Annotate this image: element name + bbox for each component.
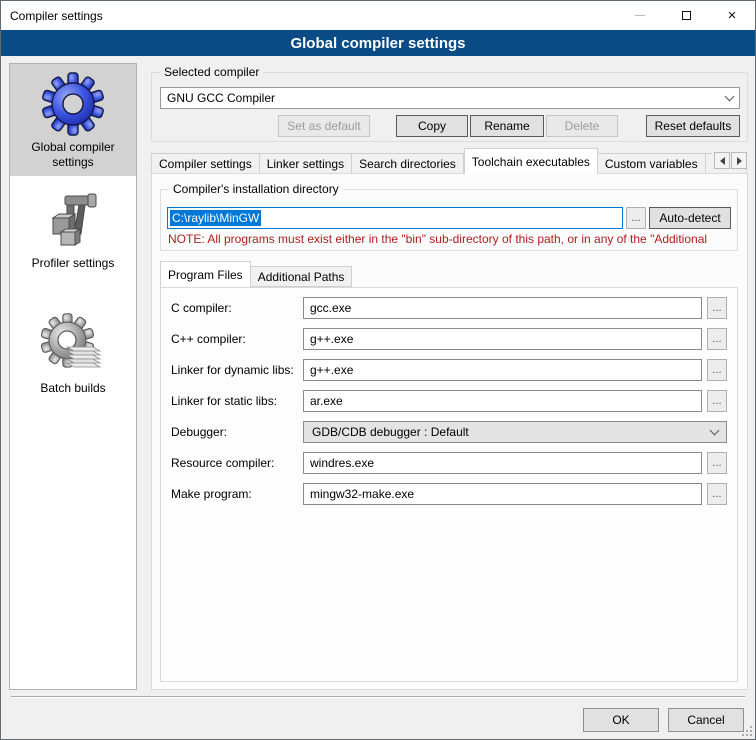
tab-program-files[interactable]: Program Files bbox=[160, 261, 251, 287]
installation-directory-row: C:\raylib\MinGW ... Auto-detect bbox=[167, 207, 731, 229]
resize-grip-icon[interactable] bbox=[750, 734, 752, 736]
chevron-down-icon bbox=[710, 425, 720, 435]
make-program-row: Make program: ... bbox=[171, 483, 727, 505]
triangle-left-icon bbox=[716, 157, 725, 165]
tab-scroll-right-button[interactable] bbox=[731, 152, 747, 169]
installation-directory-input[interactable]: C:\raylib\MinGW bbox=[167, 207, 623, 229]
browse-directory-button[interactable]: ... bbox=[626, 207, 646, 229]
dynamic-linker-input[interactable] bbox=[303, 359, 702, 381]
browse-static-linker-button[interactable]: ... bbox=[707, 390, 727, 412]
tab-search-directories[interactable]: Search directories bbox=[352, 153, 464, 174]
static-linker-input[interactable] bbox=[303, 390, 702, 412]
installation-directory-group: Compiler's installation directory C:\ray… bbox=[160, 189, 738, 251]
cpp-compiler-row: C++ compiler: ... bbox=[171, 328, 727, 350]
program-files-tabcontrol: Program Files Additional Paths C compile… bbox=[160, 261, 738, 682]
group-label: Compiler's installation directory bbox=[169, 182, 343, 196]
c-compiler-input[interactable] bbox=[303, 297, 702, 319]
sidebar-item-label: Global compiler settings bbox=[14, 140, 132, 170]
maximize-icon bbox=[682, 11, 691, 20]
minimize-icon bbox=[635, 15, 645, 16]
ok-button[interactable]: OK bbox=[583, 708, 659, 732]
program-files-tabstrip: Program Files Additional Paths bbox=[160, 261, 738, 287]
tab-additional-paths[interactable]: Additional Paths bbox=[251, 266, 353, 287]
delete-button: Delete bbox=[546, 115, 618, 137]
browse-resource-compiler-button[interactable]: ... bbox=[707, 452, 727, 474]
field-label: Make program: bbox=[171, 487, 303, 501]
compiler-select-value: GNU GCC Compiler bbox=[167, 91, 726, 105]
field-label: Linker for static libs: bbox=[171, 394, 303, 408]
make-program-input[interactable] bbox=[303, 483, 702, 505]
window-title: Compiler settings bbox=[1, 9, 617, 23]
footer-separator bbox=[11, 696, 745, 698]
caption-buttons: × bbox=[617, 1, 755, 30]
blue-gear-icon bbox=[41, 72, 105, 136]
compiler-actions: Set as default Copy Rename Delete Reset … bbox=[160, 115, 740, 137]
browse-c-compiler-button[interactable]: ... bbox=[707, 297, 727, 319]
sidebar-item-profiler-settings[interactable]: Profiler settings bbox=[10, 180, 136, 277]
field-label: Resource compiler: bbox=[171, 456, 303, 470]
selected-text: C:\raylib\MinGW bbox=[170, 210, 261, 226]
tab-scroll-left-button[interactable] bbox=[714, 152, 730, 169]
browse-make-program-button[interactable]: ... bbox=[707, 483, 727, 505]
dialog-body: Global compiler settings bbox=[1, 56, 755, 739]
compiler-settings-window: Compiler settings × Global compiler sett… bbox=[0, 0, 756, 740]
gray-gear-stack-icon bbox=[41, 313, 105, 377]
cpp-compiler-input[interactable] bbox=[303, 328, 702, 350]
field-label: C compiler: bbox=[171, 301, 303, 315]
selected-compiler-group: Selected compiler GNU GCC Compiler Set a… bbox=[151, 72, 748, 142]
debugger-row: Debugger: GDB/CDB debugger : Default bbox=[171, 421, 727, 443]
field-label: Debugger: bbox=[171, 425, 303, 439]
resource-compiler-row: Resource compiler: ... bbox=[171, 452, 727, 474]
minimize-button bbox=[617, 1, 663, 30]
sidebar-item-label: Batch builds bbox=[14, 381, 132, 396]
static-linker-row: Linker for static libs: ... bbox=[171, 390, 727, 412]
copy-button[interactable]: Copy bbox=[396, 115, 468, 137]
caliper-blocks-icon bbox=[41, 188, 105, 252]
group-label: Selected compiler bbox=[160, 65, 263, 79]
field-label: Linker for dynamic libs: bbox=[171, 363, 303, 377]
dynamic-linker-row: Linker for dynamic libs: ... bbox=[171, 359, 727, 381]
maximize-button[interactable] bbox=[663, 1, 709, 30]
debugger-select-value: GDB/CDB debugger : Default bbox=[312, 425, 711, 439]
settings-tabstrip: Compiler settings Linker settings Search… bbox=[151, 148, 748, 174]
program-files-page: C compiler: ... C++ compiler: ... Linker… bbox=[160, 287, 738, 682]
chevron-down-icon bbox=[725, 91, 735, 101]
c-compiler-row: C compiler: ... bbox=[171, 297, 727, 319]
toolchain-executables-page: Compiler's installation directory C:\ray… bbox=[151, 173, 748, 690]
field-label: C++ compiler: bbox=[171, 332, 303, 346]
compiler-select[interactable]: GNU GCC Compiler bbox=[160, 87, 740, 109]
tab-toolchain-executables[interactable]: Toolchain executables bbox=[464, 148, 598, 174]
cancel-button[interactable]: Cancel bbox=[668, 708, 744, 732]
debugger-select[interactable]: GDB/CDB debugger : Default bbox=[303, 421, 727, 443]
tab-linker-settings[interactable]: Linker settings bbox=[260, 153, 352, 174]
sidebar-item-global-compiler-settings[interactable]: Global compiler settings bbox=[10, 64, 136, 176]
page-title: Global compiler settings bbox=[1, 30, 755, 56]
reset-defaults-button[interactable]: Reset defaults bbox=[646, 115, 740, 137]
sidebar-item-batch-builds[interactable]: Batch builds bbox=[10, 305, 136, 402]
rename-button[interactable]: Rename bbox=[470, 115, 544, 137]
close-button[interactable]: × bbox=[709, 1, 755, 30]
tab-scroll-buttons bbox=[712, 152, 747, 169]
settings-category-list: Global compiler settings bbox=[9, 63, 137, 690]
triangle-right-icon bbox=[737, 157, 746, 165]
tab-compiler-settings[interactable]: Compiler settings bbox=[151, 153, 260, 174]
browse-dynamic-linker-button[interactable]: ... bbox=[707, 359, 727, 381]
set-as-default-button: Set as default bbox=[278, 115, 370, 137]
sidebar-item-label: Profiler settings bbox=[14, 256, 132, 271]
resource-compiler-input[interactable] bbox=[303, 452, 702, 474]
browse-cpp-compiler-button[interactable]: ... bbox=[707, 328, 727, 350]
titlebar: Compiler settings × bbox=[1, 1, 755, 30]
close-icon: × bbox=[728, 8, 737, 23]
bin-subdirectory-note: NOTE: All programs must exist either in … bbox=[168, 232, 731, 246]
content-column: Selected compiler GNU GCC Compiler Set a… bbox=[151, 63, 748, 690]
tab-custom-variables[interactable]: Custom variables bbox=[598, 153, 706, 174]
auto-detect-button[interactable]: Auto-detect bbox=[649, 207, 731, 229]
